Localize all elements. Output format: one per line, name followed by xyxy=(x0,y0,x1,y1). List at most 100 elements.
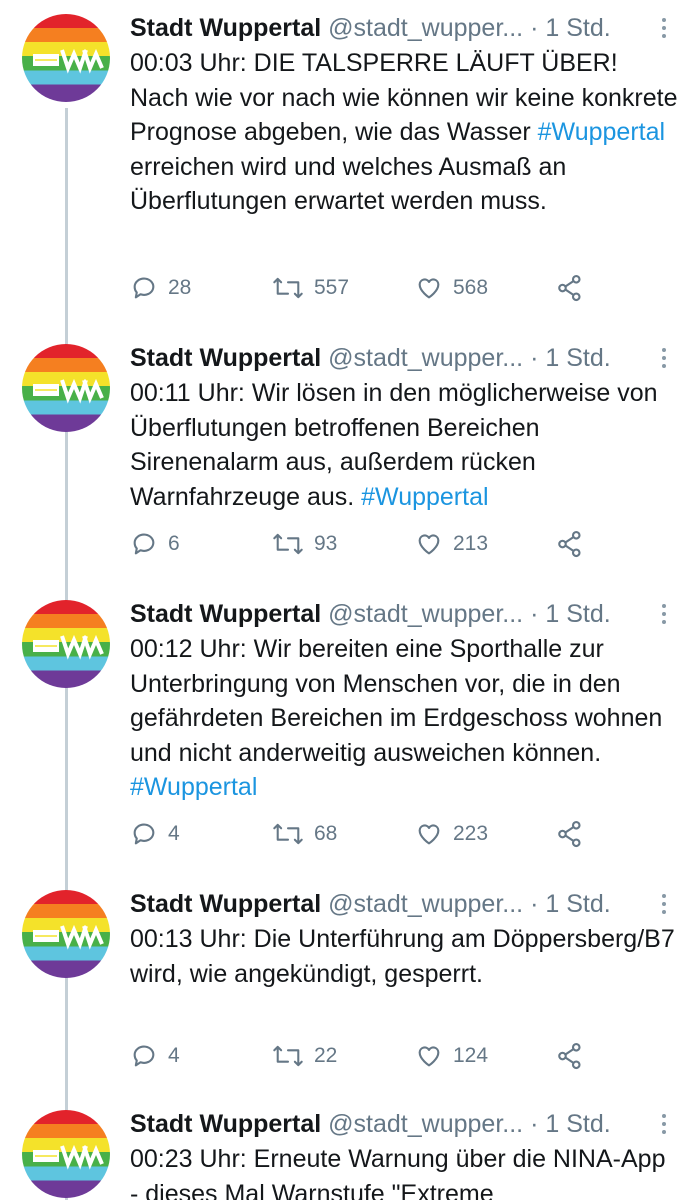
retweet-count: 93 xyxy=(314,532,338,555)
timestamp[interactable]: 1 Std. xyxy=(545,344,610,372)
like-count: 223 xyxy=(453,822,489,845)
author-handle[interactable]: @stadt_wupper... xyxy=(328,600,523,628)
like-count: 213 xyxy=(453,532,489,555)
tweet-actions: 4 68 223 xyxy=(130,816,600,852)
more-vertical-icon xyxy=(662,604,666,608)
separator-dot: · xyxy=(530,600,539,628)
avatar[interactable] xyxy=(22,890,110,978)
tweet-header: Stadt Wuppertal @stadt_wupper... · 1 Std… xyxy=(130,342,611,374)
hashtag-link[interactable]: #Wuppertal xyxy=(130,773,257,801)
reply-button[interactable]: 28 xyxy=(130,270,191,306)
retweet-icon xyxy=(273,823,303,845)
tweet[interactable]: Stadt Wuppertal @stadt_wupper... · 1 Std… xyxy=(0,876,699,1096)
retweet-icon xyxy=(273,277,303,299)
reply-button[interactable]: 4 xyxy=(130,1038,180,1074)
timestamp[interactable]: 1 Std. xyxy=(545,1110,610,1138)
share-button[interactable] xyxy=(555,1038,585,1074)
tweet-header: Stadt Wuppertal @stadt_wupper... · 1 Std… xyxy=(130,1108,611,1140)
retweet-button[interactable]: 93 xyxy=(272,526,337,562)
tweet-text: 00:12 Uhr: Wir bereiten eine Sporthalle … xyxy=(130,632,680,805)
more-options-button[interactable] xyxy=(652,890,676,920)
more-vertical-icon xyxy=(662,894,666,898)
hashtag-link[interactable]: #Wuppertal xyxy=(538,118,665,146)
tweet[interactable]: Stadt Wuppertal @stadt_wupper... · 1 Std… xyxy=(0,0,699,332)
tweet-text-part: 00:13 Uhr: Die Unterführung am Döppersbe… xyxy=(130,925,675,988)
tweet-text: 00:03 Uhr: DIE TALSPERRE LÄUFT ÜBER! Nac… xyxy=(130,46,680,219)
tweet-header: Stadt Wuppertal @stadt_wupper... · 1 Std… xyxy=(130,598,611,630)
like-button[interactable]: 124 xyxy=(415,1038,488,1074)
timestamp[interactable]: 1 Std. xyxy=(545,890,610,918)
avatar[interactable] xyxy=(22,344,110,432)
author-handle[interactable]: @stadt_wupper... xyxy=(328,344,523,372)
reply-count: 28 xyxy=(168,276,192,299)
heart-icon xyxy=(418,278,440,299)
author-name[interactable]: Stadt Wuppertal xyxy=(130,344,321,372)
more-vertical-icon xyxy=(662,1114,666,1118)
author-name[interactable]: Stadt Wuppertal xyxy=(130,14,321,42)
separator-dot: · xyxy=(530,14,539,42)
tweet[interactable]: Stadt Wuppertal @stadt_wupper... · 1 Std… xyxy=(0,330,699,590)
tweet-actions: 6 93 213 xyxy=(130,526,600,562)
tweet-actions: 4 22 124 xyxy=(130,1038,600,1074)
retweet-count: 68 xyxy=(314,822,338,845)
share-button[interactable] xyxy=(555,526,585,562)
tweet[interactable]: Stadt Wuppertal @stadt_wupper... · 1 Std… xyxy=(0,1096,699,1200)
reply-icon xyxy=(133,1045,155,1067)
tweet-text: 00:11 Uhr: Wir lösen in den möglicherwei… xyxy=(130,376,680,514)
reply-icon xyxy=(133,533,155,555)
reply-icon xyxy=(133,277,155,299)
more-options-button[interactable] xyxy=(652,14,676,44)
author-handle[interactable]: @stadt_wupper... xyxy=(328,14,523,42)
tweet-text-part: erreichen wird und welches Ausmaß an Übe… xyxy=(130,152,567,216)
heart-icon xyxy=(418,824,440,845)
share-icon xyxy=(558,274,581,302)
like-button[interactable]: 223 xyxy=(415,816,488,852)
more-vertical-icon xyxy=(662,18,666,22)
share-button[interactable] xyxy=(555,816,585,852)
avatar[interactable] xyxy=(22,600,110,688)
city-logo-icon xyxy=(33,1144,104,1170)
city-logo-icon xyxy=(33,924,104,950)
more-options-button[interactable] xyxy=(652,344,676,374)
retweet-button[interactable]: 557 xyxy=(272,270,349,306)
timestamp[interactable]: 1 Std. xyxy=(545,14,610,42)
timestamp[interactable]: 1 Std. xyxy=(545,600,610,628)
avatar[interactable] xyxy=(22,14,110,102)
tweet-text: 00:13 Uhr: Die Unterführung am Döppersbe… xyxy=(130,922,680,991)
retweet-button[interactable]: 22 xyxy=(272,1038,337,1074)
reply-count: 6 xyxy=(168,532,180,555)
like-button[interactable]: 213 xyxy=(415,526,488,562)
tweet-header: Stadt Wuppertal @stadt_wupper... · 1 Std… xyxy=(130,888,611,920)
city-logo-icon xyxy=(33,634,104,660)
more-options-button[interactable] xyxy=(652,600,676,630)
tweet-text-part: 00:12 Uhr: Wir bereiten eine Sporthalle … xyxy=(130,635,663,767)
retweet-count: 22 xyxy=(314,1044,338,1067)
author-name[interactable]: Stadt Wuppertal xyxy=(130,890,321,918)
city-logo-icon xyxy=(33,48,104,74)
like-button[interactable]: 568 xyxy=(415,270,488,306)
heart-icon xyxy=(418,534,440,555)
more-vertical-icon xyxy=(662,348,666,352)
reply-button[interactable]: 6 xyxy=(130,526,180,562)
hashtag-link[interactable]: #Wuppertal xyxy=(361,483,488,511)
share-icon xyxy=(558,1042,581,1070)
author-handle[interactable]: @stadt_wupper... xyxy=(328,1110,523,1138)
author-name[interactable]: Stadt Wuppertal xyxy=(130,600,321,628)
retweet-count: 557 xyxy=(314,276,350,299)
avatar[interactable] xyxy=(22,1110,110,1198)
heart-icon xyxy=(418,1046,440,1067)
reply-icon xyxy=(133,823,155,845)
retweet-icon xyxy=(273,1045,303,1067)
reply-button[interactable]: 4 xyxy=(130,816,180,852)
separator-dot: · xyxy=(530,344,539,372)
like-count: 568 xyxy=(453,276,489,299)
share-icon xyxy=(558,530,581,558)
share-button[interactable] xyxy=(555,270,585,306)
retweet-button[interactable]: 68 xyxy=(272,816,337,852)
more-options-button[interactable] xyxy=(652,1110,676,1140)
like-count: 124 xyxy=(453,1044,489,1067)
author-name[interactable]: Stadt Wuppertal xyxy=(130,1110,321,1138)
reply-count: 4 xyxy=(168,1044,180,1067)
author-handle[interactable]: @stadt_wupper... xyxy=(328,890,523,918)
tweet[interactable]: Stadt Wuppertal @stadt_wupper... · 1 Std… xyxy=(0,586,699,876)
